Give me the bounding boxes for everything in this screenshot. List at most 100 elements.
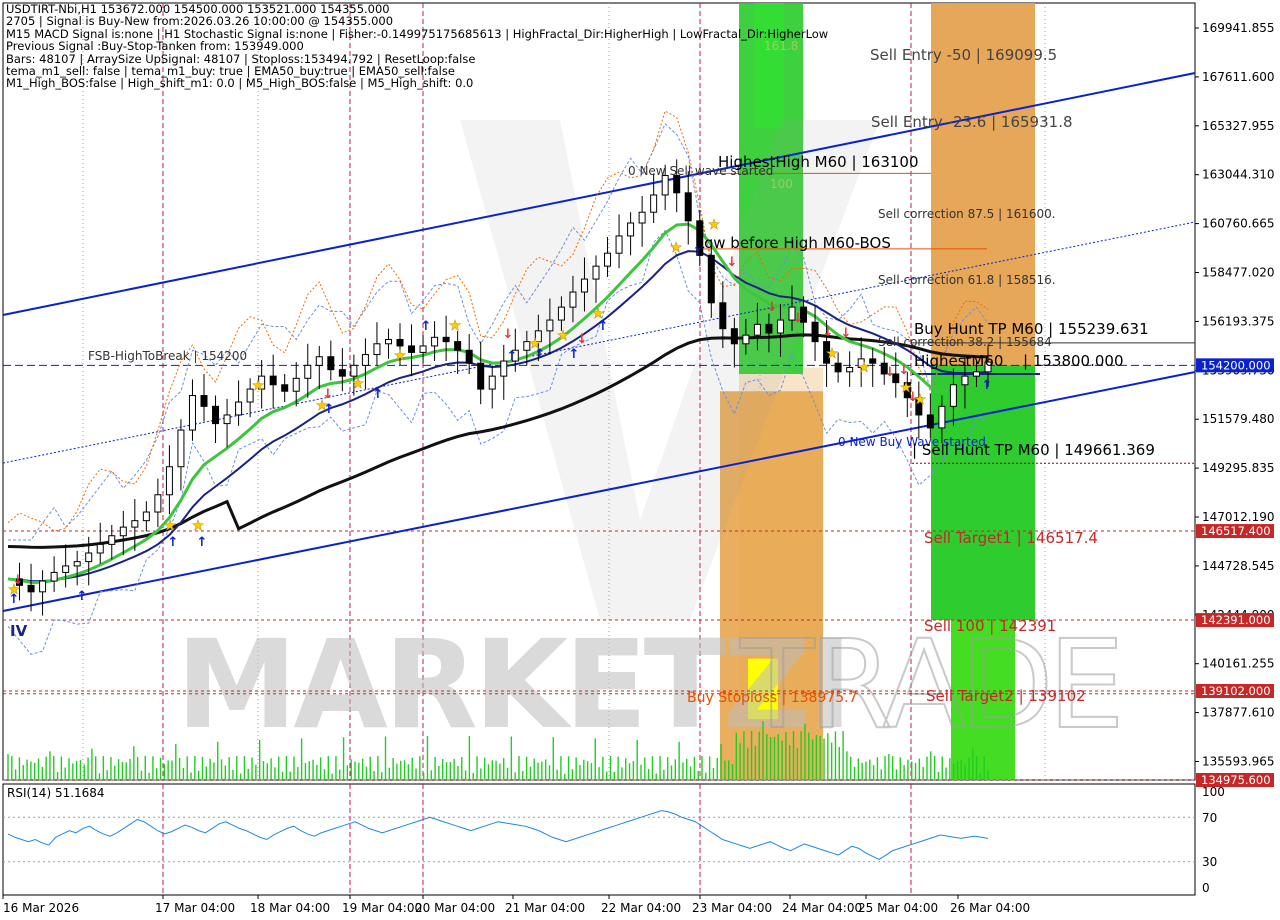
candle-body: [212, 405, 220, 425]
candle-body: [165, 466, 173, 496]
candle-body: [580, 278, 588, 293]
star-signal: ★: [394, 348, 407, 364]
candle-body: [592, 265, 600, 280]
rsi-tick-label: 70: [1202, 811, 1217, 825]
star-signal: ★: [449, 318, 462, 334]
buy-arrow: ↑: [507, 349, 518, 364]
price-tick-label: 156193.375: [1202, 314, 1275, 328]
sell-arrow: ↓: [323, 387, 334, 402]
candle-body: [477, 362, 485, 390]
star-signal: ★: [192, 518, 205, 534]
candle-body: [235, 401, 243, 416]
candle-body: [338, 369, 346, 377]
level-label: Buy Stoploss | 138975.7: [687, 690, 858, 706]
candle-body: [269, 375, 277, 386]
level-label: HighestM60: [914, 352, 1003, 370]
sell-arrow: ↓: [727, 255, 738, 270]
candle-body: [315, 356, 323, 366]
candle-body: [961, 375, 969, 386]
level-label: 100: [770, 177, 793, 191]
star-signal: ★: [708, 217, 721, 233]
buy-arrow: ↑: [535, 347, 546, 362]
price-badge-label: 146517.400: [1201, 524, 1271, 538]
candle-body: [949, 384, 957, 407]
candle-body: [131, 520, 139, 528]
time-tick-label: 18 Mar 04:00: [250, 901, 330, 915]
rsi-label: RSI(14) 51.1684: [7, 786, 105, 800]
price-tick-label: 163044.310: [1202, 168, 1275, 182]
level-label: Low before High M60-BOS: [696, 234, 891, 252]
time-tick-label: 22 Mar 04:00: [601, 901, 681, 915]
sell-arrow: ↓: [13, 573, 24, 588]
sell-arrow: ↓: [577, 332, 588, 347]
candle-body: [938, 405, 946, 429]
sell-arrow: ↓: [793, 311, 804, 326]
level-label: | 153800.000: [1023, 352, 1123, 370]
candle-body: [384, 338, 392, 345]
candle-body: [304, 364, 312, 379]
sell-arrow: ↓: [899, 363, 910, 378]
candle-body: [811, 321, 819, 343]
star-signal: ★: [557, 328, 570, 344]
time-tick-label: 16 Mar 2026: [3, 901, 79, 915]
candle-body: [972, 371, 980, 377]
star-signal: ★: [252, 378, 265, 394]
star-signal: ★: [670, 240, 683, 256]
candle-body: [707, 254, 715, 304]
price-chart[interactable]: MARKETZITRADE ★★ ★★★★★★★ ★★★★★★★★↑ ↑↑ ↑↑↑↑↑ ↑…: [0, 0, 1280, 920]
price-tick-label: 144728.545: [1202, 559, 1275, 573]
buy-arrow: ↑: [197, 535, 208, 550]
candle-body: [361, 354, 369, 366]
sell-arrow: ↓: [767, 300, 778, 315]
buy-arrow: ↑: [982, 378, 993, 393]
price-tick-label: 165327.955: [1202, 119, 1275, 133]
candle-body: [108, 535, 116, 545]
candle-body: [119, 526, 127, 537]
watermark-suffix: TRADE: [739, 614, 1119, 756]
buy-arrow: ↑: [168, 535, 179, 550]
candle-body: [96, 543, 104, 554]
level-label: IV: [10, 622, 28, 640]
rsi-tick-label: 100: [1202, 785, 1225, 799]
candle-body: [661, 175, 669, 196]
candle-body: [419, 345, 427, 353]
price-badge-label: 139102.000: [1201, 684, 1271, 698]
candle-body: [926, 414, 934, 429]
sell-arrow: ↓: [908, 390, 919, 405]
sell-arrow: ↓: [503, 327, 514, 342]
info-line: 2705 | Signal is Buy-New from:2026.03.26…: [6, 14, 394, 29]
candle-body: [719, 302, 727, 330]
candle-body: [223, 414, 231, 425]
candle-body: [569, 291, 577, 308]
candle-body: [39, 580, 47, 593]
candle-body: [281, 384, 289, 392]
candle-body: [27, 584, 35, 593]
candle-body: [465, 349, 473, 364]
price-tick-label: 169941.855: [1202, 21, 1275, 35]
candle-body: [350, 364, 358, 377]
level-label: Sell Target1 | 146517.4: [924, 529, 1098, 547]
candle-body: [73, 561, 81, 567]
candle-body: [154, 494, 162, 513]
candle-body: [650, 194, 658, 213]
info-line: M1_High_BOS:false | High_shift_m1: 0.0 |…: [6, 76, 474, 91]
level-label: Buy Hunt TP M60 | 155239.631: [914, 320, 1149, 338]
sell-arrow: ↓: [841, 326, 852, 341]
candle-body: [200, 395, 208, 407]
candle-body: [50, 571, 58, 582]
candle-body: [627, 222, 635, 237]
price-tick-label: 151579.480: [1202, 412, 1275, 426]
price-badge-label: 154200.000: [1201, 358, 1271, 372]
info-line: Previous Signal :Buy-Stop-Tanken from: 1…: [6, 39, 304, 54]
rsi-tick-label: 30: [1202, 855, 1217, 869]
candle-body: [776, 319, 784, 334]
candle-body: [673, 175, 681, 194]
star-signal: ★: [826, 346, 839, 362]
level-label: | Sell Hunt TP M60 | 149661.369: [912, 441, 1155, 459]
buy-arrow: ↑: [569, 347, 580, 362]
candle-body: [684, 192, 692, 222]
level-label: Sell Entry -23.6 | 165931.8: [871, 113, 1073, 131]
price-tick-label: 158477.020: [1202, 266, 1275, 280]
sell-arrow: ↓: [823, 325, 834, 340]
candle-body: [834, 362, 842, 373]
